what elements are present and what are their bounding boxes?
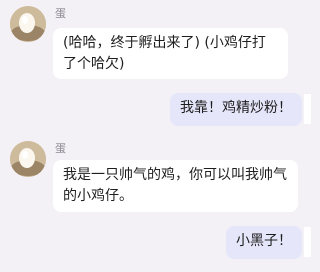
egg-avatar-icon[interactable]	[10, 6, 46, 42]
message-bubble-incoming: 我是一只帅气的鸡，你可以叫我帅气的小鸡仔。	[53, 160, 298, 212]
message-bubble-outgoing: 小黑子！	[226, 226, 302, 259]
chat-area: 蛋 (哈哈，终于孵出来了) (小鸡仔打了个哈欠) 我靠！鸡精炒粉！ 蛋 我是一只…	[0, 0, 311, 272]
avatar-edge	[304, 94, 311, 124]
message-bubble-incoming: (哈哈，终于孵出来了) (小鸡仔打了个哈欠)	[53, 28, 288, 79]
egg-avatar-icon[interactable]	[10, 141, 46, 177]
avatar-edge	[304, 227, 311, 257]
sender-name: 蛋	[55, 7, 66, 20]
message-bubble-outgoing: 我靠！鸡精炒粉！	[170, 93, 302, 126]
sender-name: 蛋	[55, 142, 66, 155]
